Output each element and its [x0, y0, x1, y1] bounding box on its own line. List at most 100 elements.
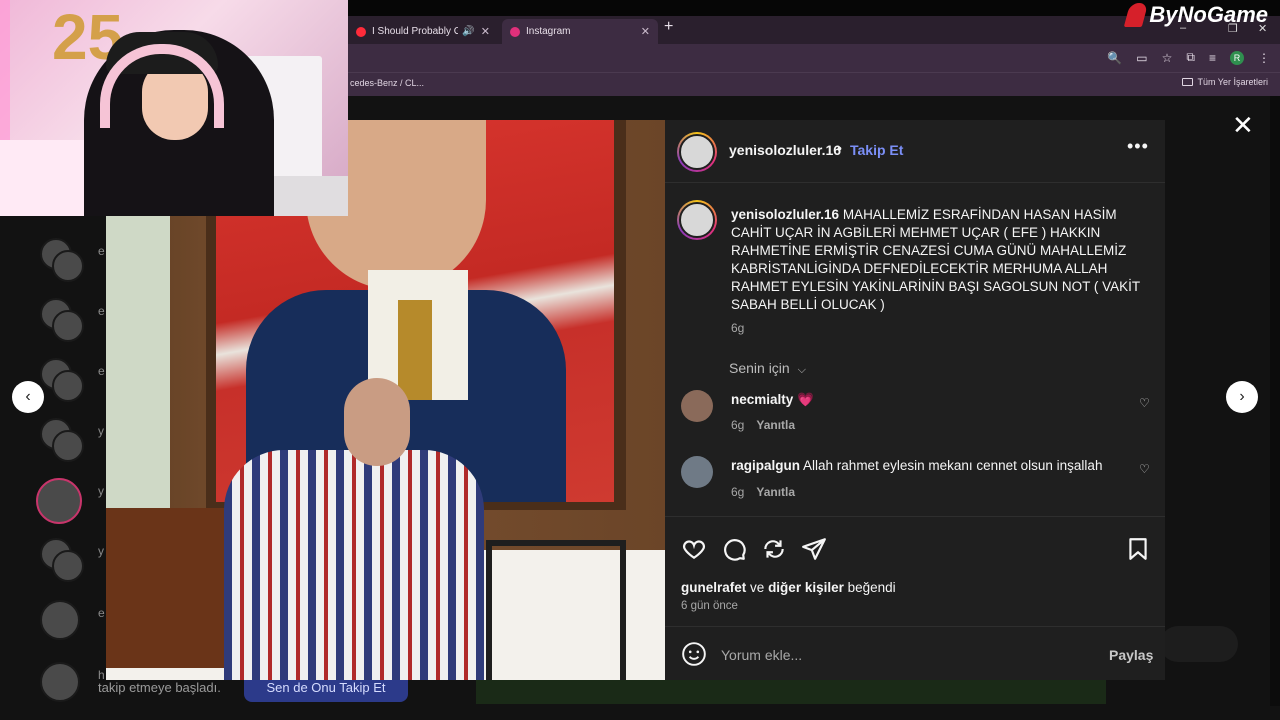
comment-input[interactable]: Yorum ekle...: [721, 647, 802, 663]
list-item-text: y: [98, 424, 104, 438]
bookmark-star-icon[interactable]: ☆: [1162, 51, 1173, 65]
tab-youtube[interactable]: I Should Probably Go to Be 🔊 ✕: [348, 19, 498, 44]
youtube-favicon-icon: [356, 26, 366, 37]
watermark-text: ByNoGame: [1149, 2, 1268, 27]
instagram-favicon-icon: [510, 26, 520, 37]
media-icon[interactable]: ≡: [1209, 51, 1216, 65]
likes-suffix: beğendi: [847, 580, 896, 595]
extensions-icon[interactable]: ⧉: [1186, 50, 1195, 65]
list-item: y: [36, 416, 106, 466]
zoom-icon[interactable]: 🔍: [1107, 51, 1122, 65]
divider: [665, 516, 1165, 517]
list-item: e: [36, 296, 106, 346]
tab-close-icon[interactable]: ✕: [641, 25, 650, 38]
comment: ragipalgun Allah rahmet eylesin mekanı c…: [731, 458, 1102, 473]
image-man-head: [344, 378, 410, 466]
comment-meta: 6g Yanıtla: [731, 418, 795, 432]
post-actions: [681, 536, 1151, 564]
avatar: [40, 662, 80, 702]
comment: necmialty 💗: [731, 392, 814, 408]
avatar: [40, 600, 80, 640]
follow-button[interactable]: Takip Et: [850, 142, 903, 158]
modal-close-icon[interactable]: ✕: [1232, 112, 1254, 138]
caption-avatar[interactable]: [677, 200, 717, 240]
webcam-desk: [270, 176, 348, 216]
chevron-down-icon: ⌵: [797, 364, 806, 376]
list-item: h: [36, 660, 106, 710]
list-item-text: e: [98, 304, 105, 318]
background-banner: [476, 680, 1106, 704]
comment-avatar[interactable]: [681, 390, 713, 422]
caption-username[interactable]: yenisolozluler.16: [731, 207, 839, 222]
list-item-text: y: [98, 544, 104, 558]
list-item: e: [36, 356, 106, 406]
comment-username[interactable]: ragipalgun: [731, 458, 800, 473]
toolbar-icons: 🔍 ▭ ☆ ⧉ ≡ R ⋮: [1107, 50, 1270, 65]
scrollbar[interactable]: [1270, 96, 1280, 706]
comment-text: 💗: [797, 392, 814, 407]
avatar: [52, 430, 84, 462]
comment-meta: 6g Yanıtla: [731, 485, 795, 499]
all-bookmarks[interactable]: Tüm Yer İşaretleri: [1182, 77, 1268, 87]
more-options-icon[interactable]: •••: [1127, 136, 1149, 157]
save-bookmark-icon[interactable]: [1125, 536, 1151, 562]
caption-time: 6g: [731, 321, 745, 335]
background-avatars: [1160, 626, 1238, 662]
post-caption: yenisolozluler.16 MAHALLEMİZ ESRAFİNDAN …: [731, 206, 1149, 314]
new-tab-button[interactable]: +: [664, 18, 673, 36]
next-post-button[interactable]: ›: [1226, 381, 1258, 413]
comment-filter-dropdown[interactable]: Senin için ⌵: [729, 360, 806, 377]
tab-instagram[interactable]: Instagram ✕: [502, 19, 658, 44]
list-item: y: [36, 476, 106, 526]
share-paper-plane-icon[interactable]: [801, 536, 827, 562]
webcam-overlay: 25: [0, 0, 348, 216]
folder-icon: [1182, 78, 1194, 86]
likes-summary: gunelrafet ve diğer kişiler beğendi: [681, 580, 896, 595]
comment-username[interactable]: necmialty: [731, 392, 793, 407]
background-follow-text: takip etmeye başladı.: [98, 680, 221, 695]
previous-post-button[interactable]: ‹: [12, 381, 44, 413]
list-item-text: y: [98, 484, 104, 498]
separator-dot: •: [837, 140, 842, 156]
comment-time: 6g: [731, 418, 745, 432]
avatar: [52, 550, 84, 582]
poster-username[interactable]: yenisolozluler.16: [729, 142, 841, 158]
caption-text: MAHALLEMİZ ESRAFİNDAN HASAN HASİM CAHİT …: [731, 207, 1140, 312]
image-portrait-tie: [398, 300, 432, 400]
reply-button[interactable]: Yanıtla: [756, 418, 795, 432]
comment-bubble-icon[interactable]: [721, 536, 747, 562]
likes-connector: ve: [750, 580, 765, 595]
channel-watermark: ByNoGame: [1124, 2, 1268, 28]
comment-time: 6g: [731, 485, 745, 499]
post-panel: yenisolozluler.16 • Takip Et ••• yenisol…: [665, 120, 1165, 680]
tab-title: I Should Probably Go to Be: [372, 26, 459, 37]
image-chair: [486, 540, 626, 680]
watermark-logo-icon: [1124, 3, 1149, 27]
tab-close-icon[interactable]: ✕: [481, 25, 490, 38]
cast-icon[interactable]: ▭: [1136, 51, 1147, 65]
avatar: [36, 478, 82, 524]
poster-avatar[interactable]: [677, 132, 717, 172]
like-heart-icon[interactable]: [681, 536, 707, 562]
divider: [665, 182, 1165, 183]
list-item-text: e: [98, 364, 105, 378]
comment-like-heart-icon[interactable]: ♡: [1139, 396, 1150, 410]
post-comment-button[interactable]: Paylaş: [1109, 647, 1153, 663]
speaker-icon[interactable]: 🔊: [462, 26, 474, 37]
repost-icon[interactable]: [761, 536, 787, 562]
tab-title: Instagram: [526, 26, 571, 37]
reply-button[interactable]: Yanıtla: [756, 485, 795, 499]
emoji-icon[interactable]: [681, 641, 707, 667]
image-man-shirt: [224, 450, 484, 680]
post-date: 6 gün önce: [681, 600, 738, 612]
comment-filter-label: Senin için: [729, 360, 790, 376]
bookmark-item[interactable]: cedes-Benz / CL...: [350, 78, 424, 88]
comment-avatar[interactable]: [681, 456, 713, 488]
comment-text: Allah rahmet eylesin mekanı cennet olsun…: [803, 458, 1103, 473]
likes-others[interactable]: diğer kişiler: [768, 580, 844, 595]
menu-kebab-icon[interactable]: ⋮: [1258, 51, 1270, 65]
profile-avatar[interactable]: R: [1230, 50, 1244, 65]
liker-username[interactable]: gunelrafet: [681, 580, 746, 595]
comment-like-heart-icon[interactable]: ♡: [1139, 462, 1150, 476]
bookmarks-bar: [348, 72, 1280, 96]
